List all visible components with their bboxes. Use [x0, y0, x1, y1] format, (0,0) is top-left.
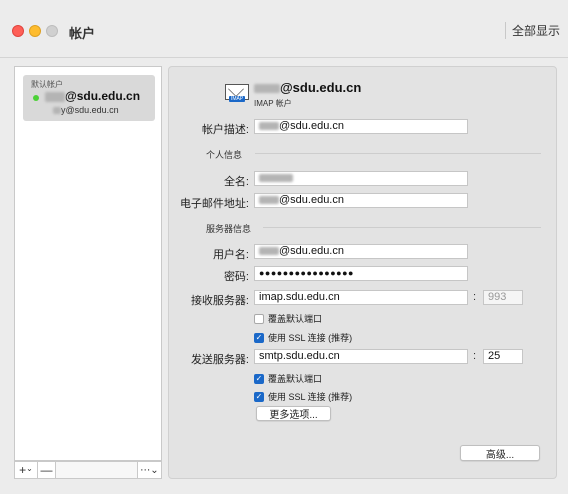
- checkmark-icon: ✓: [254, 332, 264, 343]
- incoming-ssl-checkbox[interactable]: ✓ 使用 SSL 连接 (推荐): [254, 331, 352, 344]
- zoom-button: [46, 25, 58, 37]
- divider: [263, 227, 541, 228]
- outgoing-override-port-checkbox[interactable]: ✓ 覆盖默认端口: [254, 372, 322, 385]
- online-status-icon: [33, 95, 39, 101]
- description-field[interactable]: @sdu.edu.cn: [254, 119, 468, 134]
- password-field[interactable]: ●●●●●●●●●●●●●●●●: [254, 266, 468, 281]
- minus-icon: —: [40, 463, 53, 477]
- show-all-button[interactable]: 全部显示: [504, 22, 560, 39]
- account-list-item[interactable]: 默认帐户 @sdu.edu.cn y@sdu.edu.cn: [23, 75, 155, 121]
- incoming-port-field[interactable]: 993: [483, 290, 523, 305]
- ellipsis-icon: ⋯⌄: [140, 464, 159, 476]
- fullname-field[interactable]: [254, 171, 468, 186]
- port-separator: :: [473, 350, 477, 362]
- outgoing-server-field[interactable]: smtp.sdu.edu.cn: [254, 349, 468, 364]
- checkbox-unchecked-icon: [254, 313, 264, 324]
- divider: [255, 153, 541, 154]
- redacted-block: [53, 107, 61, 115]
- chevron-down-icon: ⌄: [26, 464, 33, 473]
- redacted-block: [259, 122, 279, 131]
- server-info-heading: 服务器信息: [206, 224, 252, 234]
- window-title: 帐户: [69, 26, 96, 41]
- plus-icon: +: [19, 463, 27, 477]
- redacted-block: [259, 174, 293, 183]
- redacted-block: [259, 247, 279, 256]
- outgoing-ssl-checkbox[interactable]: ✓ 使用 SSL 连接 (推荐): [254, 390, 352, 403]
- account-name: @sdu.edu.cn: [45, 89, 140, 103]
- username-field[interactable]: @sdu.edu.cn: [254, 244, 468, 259]
- username-label: 用户名:: [212, 249, 249, 261]
- redacted-block: [254, 84, 280, 94]
- account-list-toolbar: + ⌄ — ⋯⌄: [14, 461, 162, 479]
- outgoing-server-label: 发送服务器:: [190, 354, 249, 366]
- account-list: 默认帐户 @sdu.edu.cn y@sdu.edu.cn: [14, 66, 162, 461]
- account-type: IMAP 帐户: [254, 99, 292, 108]
- email-field[interactable]: @sdu.edu.cn: [254, 193, 468, 208]
- add-account-button[interactable]: + ⌄: [14, 461, 38, 479]
- checkmark-icon: ✓: [254, 391, 264, 402]
- minimize-button[interactable]: [29, 25, 41, 37]
- toolbar: 帐户 全部显示: [0, 0, 568, 58]
- imap-badge: IMAP: [229, 96, 246, 102]
- account-header-email: @sdu.edu.cn: [254, 80, 361, 95]
- toolbar-spacer: [56, 461, 138, 479]
- incoming-server-label: 接收服务器:: [190, 295, 249, 307]
- incoming-override-port-checkbox[interactable]: 覆盖默认端口: [254, 312, 322, 325]
- description-label: 帐户描述:: [201, 124, 249, 136]
- action-menu-button[interactable]: ⋯⌄: [138, 461, 162, 479]
- more-options-button[interactable]: 更多选项...: [256, 406, 331, 421]
- outgoing-port-field[interactable]: 25: [483, 349, 523, 364]
- advanced-button[interactable]: 高级...: [460, 445, 540, 461]
- password-label: 密码:: [223, 271, 249, 283]
- redacted-block: [259, 196, 279, 205]
- remove-account-button[interactable]: —: [38, 461, 56, 479]
- account-email: y@sdu.edu.cn: [53, 105, 119, 115]
- incoming-server-field[interactable]: imap.sdu.edu.cn: [254, 290, 468, 305]
- email-label: 电子邮件地址:: [179, 198, 249, 210]
- checkmark-icon: ✓: [254, 373, 264, 384]
- personal-info-heading: 个人信息: [206, 150, 243, 160]
- fullname-label: 全名:: [223, 176, 249, 188]
- port-separator: :: [473, 291, 477, 303]
- close-button[interactable]: [12, 25, 24, 37]
- redacted-block: [45, 91, 65, 102]
